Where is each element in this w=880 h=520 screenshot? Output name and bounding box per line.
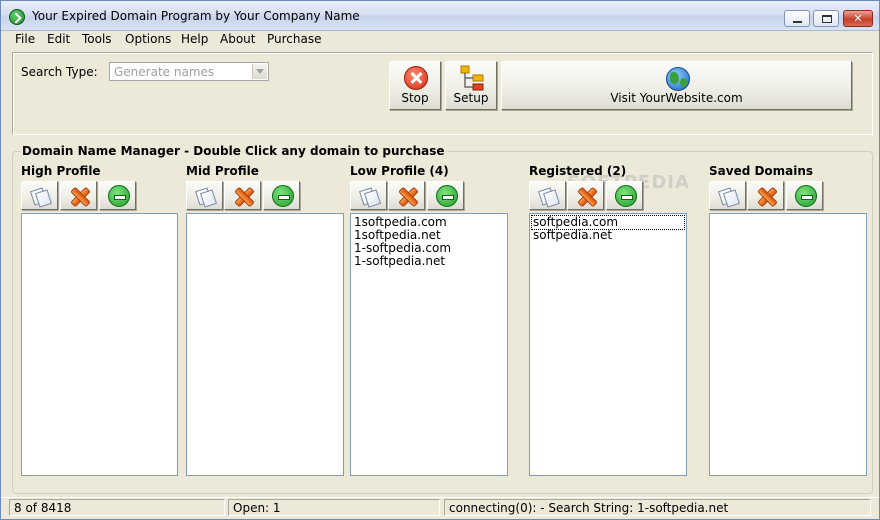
registered-copy-button[interactable] (529, 181, 566, 210)
app-logo-icon (9, 9, 25, 25)
window-title: Your Expired Domain Program by Your Comp… (32, 9, 360, 23)
list-item[interactable]: softpedia.net (533, 229, 612, 242)
high-copy-button[interactable] (21, 181, 58, 210)
maximize-icon (822, 15, 832, 23)
mid-profile-list[interactable] (186, 213, 344, 476)
delete-x-icon (397, 186, 417, 206)
domain-manager-title: Domain Name Manager - Double Click any d… (21, 144, 446, 158)
copy-icon (360, 187, 378, 205)
high-profile-list[interactable] (21, 213, 178, 476)
delete-x-icon (69, 186, 89, 206)
remove-minus-icon (272, 185, 294, 207)
setup-tree-icon (460, 65, 484, 91)
remove-minus-icon (615, 185, 637, 207)
globe-icon (666, 67, 690, 91)
chevron-down-icon[interactable] (252, 64, 267, 79)
low-profile-list[interactable]: 1softpedia.com 1softpedia.net 1-softpedi… (350, 213, 508, 476)
low-delete-button[interactable] (388, 181, 425, 210)
app-window: Your Expired Domain Program by Your Comp… (0, 0, 880, 520)
menu-about[interactable]: About (220, 32, 255, 46)
remove-minus-icon (436, 185, 458, 207)
copy-icon (31, 187, 49, 205)
close-button[interactable]: ✕ (843, 10, 873, 27)
stop-button[interactable]: Stop (389, 61, 441, 110)
copy-icon (196, 187, 214, 205)
saved-domains-list[interactable] (709, 213, 867, 476)
visit-website-label: Visit YourWebsite.com (610, 91, 743, 105)
status-pane-message: connecting(0): - Search String: 1-softpe… (444, 499, 871, 516)
status-pane-count: 8 of 8418 (9, 499, 225, 516)
search-type-label: Search Type: (21, 65, 98, 79)
title-bar[interactable]: Your Expired Domain Program by Your Comp… (1, 1, 879, 31)
registered-delete-button[interactable] (567, 181, 604, 210)
menu-options[interactable]: Options (125, 32, 171, 46)
registered-list[interactable]: softpedia.com softpedia.net (529, 213, 687, 476)
close-icon: ✕ (853, 12, 863, 25)
search-type-value: Generate names (114, 65, 215, 79)
minimize-button[interactable] (784, 10, 810, 27)
status-open: Open: 1 (233, 501, 281, 515)
remove-minus-icon (108, 185, 130, 207)
menu-help[interactable]: Help (181, 32, 208, 46)
setup-button-label: Setup (453, 91, 489, 105)
saved-copy-button[interactable] (709, 181, 746, 210)
setup-button[interactable]: Setup (445, 61, 497, 110)
menu-edit[interactable]: Edit (47, 32, 70, 46)
menu-tools[interactable]: Tools (82, 32, 112, 46)
minimize-icon (793, 21, 802, 23)
status-pane-open: Open: 1 (228, 499, 440, 516)
delete-x-icon (233, 186, 253, 206)
copy-icon (539, 187, 557, 205)
menu-purchase[interactable]: Purchase (267, 32, 322, 46)
visit-website-button[interactable]: Visit YourWebsite.com (501, 61, 852, 110)
mid-remove-button[interactable] (263, 181, 300, 210)
mid-delete-button[interactable] (224, 181, 261, 210)
maximize-button[interactable] (813, 10, 839, 27)
status-count: 8 of 8418 (14, 501, 72, 515)
search-type-dropdown[interactable]: Generate names (109, 62, 269, 81)
delete-x-icon (576, 186, 596, 206)
status-bar: 8 of 8418 Open: 1 connecting(0): - Searc… (1, 497, 879, 519)
menu-bar: File Edit Tools Options Help About Purch… (1, 31, 879, 49)
high-delete-button[interactable] (60, 181, 97, 210)
stop-icon (404, 66, 428, 90)
stop-button-label: Stop (401, 91, 429, 105)
copy-icon (719, 187, 737, 205)
saved-delete-button[interactable] (747, 181, 784, 210)
high-remove-button[interactable] (99, 181, 136, 210)
high-profile-label: High Profile (21, 164, 101, 178)
mid-copy-button[interactable] (186, 181, 223, 210)
mid-profile-label: Mid Profile (186, 164, 259, 178)
registered-remove-button[interactable] (606, 181, 643, 210)
delete-x-icon (756, 186, 776, 206)
low-copy-button[interactable] (350, 181, 387, 210)
remove-minus-icon (795, 185, 817, 207)
menu-file[interactable]: File (15, 32, 35, 46)
saved-remove-button[interactable] (786, 181, 823, 210)
low-profile-label: Low Profile (4) (350, 164, 449, 178)
saved-domains-label: Saved Domains (709, 164, 814, 178)
status-message: connecting(0): - Search String: 1-softpe… (449, 501, 729, 515)
list-item[interactable]: 1-softpedia.net (354, 255, 445, 268)
low-remove-button[interactable] (427, 181, 464, 210)
